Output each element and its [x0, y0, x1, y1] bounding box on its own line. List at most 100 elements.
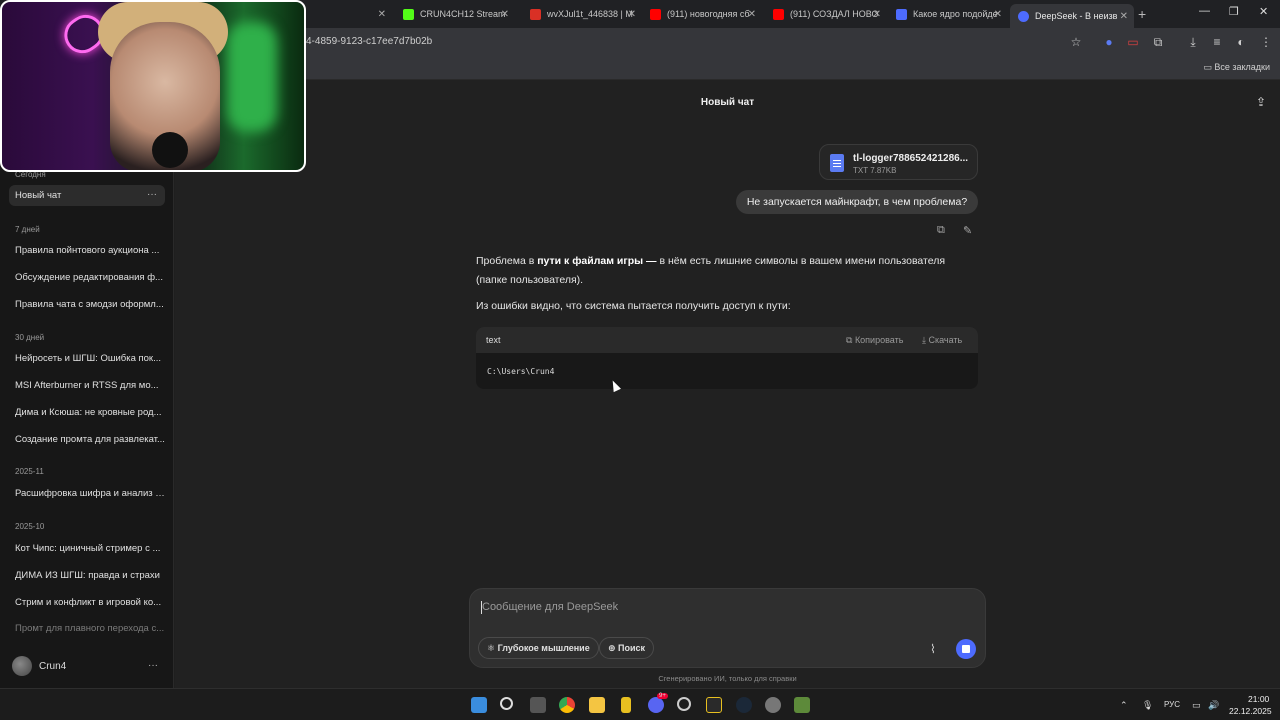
volume-icon[interactable]: 🔊 — [1208, 700, 1219, 711]
sidebar-item[interactable]: ДИМА ИЗ ШГШ: правда и страхи — [15, 570, 165, 581]
close-icon[interactable]: ✕ — [378, 9, 386, 20]
file-meta: TXT 7.87KB — [853, 166, 897, 175]
tab-deepseek[interactable]: DeepSeek - В неизв ✕ — [1010, 4, 1134, 28]
chrome-icon[interactable] — [559, 697, 575, 713]
media-icon[interactable]: ≡ — [1210, 35, 1224, 49]
network-icon[interactable]: ▭ — [1192, 700, 1201, 711]
assistant-paragraph-2: Из ошибки видно, что система пытается по… — [476, 300, 791, 312]
message-composer[interactable]: Сообщение для DeepSeek ⚛ Глубокое мышлен… — [469, 588, 986, 668]
star-icon[interactable]: ☆ — [1069, 35, 1083, 49]
sidebar-item[interactable]: Нейросеть и ШГШ: Ошибка пок... — [15, 353, 165, 364]
sidebar-item[interactable]: Создание промта для развлекат... — [15, 434, 165, 445]
tab-kick[interactable]: CRUN4CH12 Stream ✕ — [395, 4, 515, 24]
start-icon[interactable] — [471, 697, 487, 713]
close-icon[interactable]: ✕ — [873, 9, 881, 20]
afterburner-icon[interactable] — [706, 697, 722, 713]
search-button[interactable]: ⊕ Поиск — [599, 637, 655, 659]
copy-label: Копировать — [854, 335, 904, 345]
code-block: text ⧉ Копировать ⤓ Скачать C:\Users\Cru… — [476, 327, 978, 389]
disclaimer: Сгенерировано ИИ, только для справки — [658, 674, 797, 683]
kick-icon — [403, 8, 414, 20]
folder-icon[interactable] — [589, 697, 605, 713]
stop-button[interactable] — [956, 639, 976, 659]
download-code-button[interactable]: ⤓ Скачать — [922, 335, 962, 346]
sidebar-item[interactable]: Стрим и конфликт в игровой ко... — [15, 597, 165, 608]
sidebar-item[interactable]: Дима и Ксюша: не кровные род... — [15, 407, 165, 418]
tab-youtube-1[interactable]: (911) новогодняя сб ✕ — [642, 4, 762, 24]
copy-code-button[interactable]: ⧉ Копировать — [846, 335, 903, 346]
question-icon — [896, 8, 907, 20]
close-icon[interactable]: ✕ — [994, 9, 1002, 20]
extensions-icon[interactable]: ⧉ — [1151, 35, 1165, 49]
new-tab-button[interactable]: + — [1138, 6, 1146, 22]
obs-icon[interactable] — [677, 697, 691, 711]
download-icon[interactable]: ⤓ — [1186, 35, 1200, 49]
green-light — [227, 22, 277, 132]
share-icon[interactable]: ⇪ — [1256, 95, 1266, 109]
maximize-button[interactable]: ❐ — [1229, 5, 1239, 18]
settings-icon[interactable] — [765, 697, 781, 713]
user-profile[interactable]: Crun4 — [12, 656, 66, 676]
tab-kernel[interactable]: Какое ядро подойде ✕ — [888, 4, 1008, 24]
search-icon[interactable] — [500, 697, 513, 710]
sidebar-item[interactable]: Обсуждение редактирования ф... — [15, 272, 165, 283]
close-window-button[interactable]: ✕ — [1259, 5, 1268, 18]
download-label: Скачать — [928, 335, 963, 345]
discord-icon[interactable] — [648, 697, 664, 713]
deep-thinking-label: Глубокое мышление — [497, 643, 590, 653]
deep-thinking-button[interactable]: ⚛ Глубокое мышление — [478, 637, 599, 659]
taskbar: 9+ ⌃ 🎙 РУС ▭ 🔊 21:00 22.12.2025 — [0, 688, 1280, 720]
language-indicator[interactable]: РУС — [1164, 700, 1180, 709]
avatar — [12, 656, 32, 676]
tab-mail[interactable]: wvXJul1t_446838 | M ✕ — [522, 4, 642, 24]
sidebar-item[interactable]: Правила пойнтового аукциона ... — [15, 245, 165, 256]
close-icon[interactable]: ✕ — [748, 9, 756, 20]
microphone-icon[interactable]: 🎙 — [1142, 700, 1153, 711]
user-more-icon[interactable]: ··· — [148, 660, 158, 671]
account-icon[interactable]: ◐ — [1234, 35, 1248, 49]
minecraft-icon[interactable] — [794, 697, 810, 713]
user-message: Не запускается майнкрафт, в чем проблема… — [736, 190, 978, 214]
clock-time[interactable]: 21:00 — [1248, 694, 1269, 704]
more-icon[interactable]: ··· — [147, 189, 157, 200]
deepseek-icon — [1018, 10, 1029, 22]
assistant-paragraph-1: Проблема в пути к файлам игры — в нём ес… — [476, 252, 976, 290]
sidebar-item-new-chat[interactable]: Новый чат ··· — [9, 185, 165, 206]
tab-label: Какое ядро подойде — [913, 9, 998, 19]
task-view-icon[interactable] — [530, 697, 546, 713]
chevron-up-icon[interactable]: ⌃ — [1120, 700, 1128, 711]
battery-app-icon[interactable] — [621, 697, 631, 713]
tab-label: wvXJul1t_446838 | M — [547, 9, 633, 19]
close-icon[interactable]: ✕ — [501, 9, 509, 20]
webcam-overlay — [0, 0, 306, 172]
code-language: text — [486, 335, 501, 345]
tab-0[interactable]: ✕ — [306, 4, 392, 24]
tab-label: (911) новогодняя сб — [667, 9, 750, 19]
close-icon[interactable]: ✕ — [628, 9, 636, 20]
sidebar-item[interactable]: Кот Чипс: циничный стример с ... — [15, 543, 165, 554]
attach-icon[interactable]: ⌇ — [930, 642, 936, 656]
sidebar-item[interactable]: MSI Afterburner и RTSS для мо... — [15, 380, 165, 391]
message-input[interactable]: Сообщение для DeepSeek — [482, 601, 618, 613]
sidebar-item[interactable]: Промт для плавного перехода с... — [15, 623, 165, 634]
menu-icon[interactable]: ⋮ — [1259, 35, 1273, 49]
chat-main: Новый чат ⇪ tl-logger788652421286... TXT… — [175, 80, 1280, 688]
steam-icon[interactable] — [736, 697, 752, 713]
bold-text: пути к файлам игры — — [537, 255, 657, 267]
clock-date[interactable]: 22.12.2025 — [1229, 706, 1272, 716]
all-bookmarks-link[interactable]: ▭ Все закладки — [1203, 62, 1270, 73]
discord-badge: 9+ — [657, 693, 668, 699]
user-name: Crun4 — [39, 660, 67, 672]
tab-label: (911) СОЗДАЛ НОВО — [790, 9, 879, 19]
profile-extension-icon[interactable]: ● — [1102, 35, 1116, 49]
tab-youtube-2[interactable]: (911) СОЗДАЛ НОВО ✕ — [765, 4, 887, 24]
copy-icon[interactable]: ⧉ — [937, 224, 945, 237]
edit-icon[interactable]: ✎ — [963, 224, 972, 237]
cast-icon[interactable]: ▭ — [1126, 35, 1140, 49]
close-icon[interactable]: ✕ — [1120, 11, 1128, 22]
url-field[interactable]: 4-4859-9123-c17ee7d7b02b — [306, 36, 432, 47]
minimize-button[interactable]: — — [1199, 5, 1210, 17]
attached-file[interactable]: tl-logger788652421286... TXT 7.87KB — [819, 144, 978, 180]
sidebar-item[interactable]: Правила чата с эмодзи оформл... — [15, 299, 165, 310]
sidebar-item[interactable]: Расшифровка шифра и анализ т... — [15, 488, 165, 499]
